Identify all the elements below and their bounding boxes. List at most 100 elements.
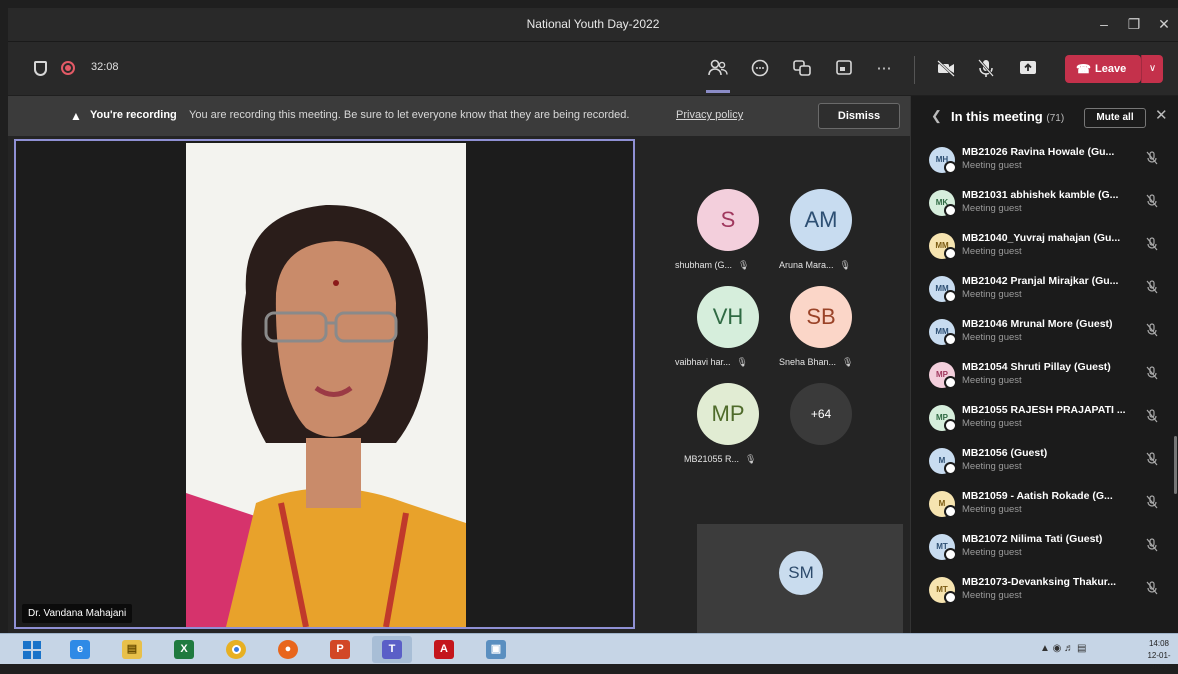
avatar-initials: AM bbox=[804, 207, 838, 232]
mic-off-icon: 🎙︎ bbox=[745, 454, 757, 464]
participant-row[interactable]: MM MB21040_Yuvraj mahajan (Gu... Meeting g… bbox=[929, 229, 1174, 269]
maximize-icon[interactable]: ❐ bbox=[1123, 14, 1145, 34]
chrome-icon[interactable] bbox=[216, 636, 256, 663]
acrobat-icon[interactable]: A bbox=[424, 636, 464, 663]
start-button[interactable] bbox=[12, 636, 52, 663]
mic-off-icon[interactable] bbox=[974, 57, 998, 81]
mic-off-icon[interactable] bbox=[1146, 323, 1158, 340]
participant-role: Meeting guest bbox=[962, 375, 1022, 386]
participant-name: MB21026 Ravina Howale (Gu... bbox=[962, 146, 1115, 158]
privacy-policy-link[interactable]: Privacy policy bbox=[676, 109, 743, 121]
participant-row[interactable]: MT MB21072 Nilima Tati (Guest) Meeting gue… bbox=[929, 530, 1174, 570]
avatar-initials: SB bbox=[806, 304, 836, 329]
share-tray-icon[interactable] bbox=[832, 57, 856, 81]
close-icon[interactable]: ✕ bbox=[1155, 106, 1168, 124]
window-title: National Youth Day-2022 bbox=[526, 17, 660, 31]
participant-role: Meeting guest bbox=[962, 332, 1022, 343]
participant-avatar[interactable]: MP bbox=[697, 383, 759, 445]
participant-name: vaibhavi har... bbox=[675, 357, 731, 367]
participant-row[interactable]: MT MB21073-Devanksing Thakur... Meeting gu… bbox=[929, 573, 1174, 613]
participant-avatar: M bbox=[929, 491, 957, 518]
participant-avatar: SM bbox=[779, 551, 823, 595]
close-icon[interactable]: ✕ bbox=[1153, 14, 1175, 34]
more-participants-button[interactable]: +64 bbox=[790, 383, 852, 445]
mic-off-icon[interactable] bbox=[1146, 452, 1158, 469]
firefox-icon[interactable]: ● bbox=[268, 636, 308, 663]
leave-options-chevron-icon[interactable]: ∨ bbox=[1141, 55, 1163, 83]
mic-off-icon[interactable] bbox=[1146, 581, 1158, 598]
participant-name: MB21073-Devanksing Thakur... bbox=[962, 576, 1117, 588]
mic-off-icon[interactable] bbox=[1146, 237, 1158, 254]
reactions-icon[interactable] bbox=[790, 57, 814, 81]
participant-name: MB21055 RAJESH PRAJAPATI ... bbox=[962, 404, 1126, 416]
avatar-initials: MP bbox=[711, 401, 745, 426]
back-chevron-icon[interactable]: ❮ bbox=[931, 108, 942, 124]
participant-name: MB21072 Nilima Tati (Guest) bbox=[962, 533, 1103, 545]
participant-label: vaibhavi har... 🎙︎ bbox=[675, 357, 748, 368]
participant-row[interactable]: MK MB21031 abhishek kamble (G... Meeting g… bbox=[929, 186, 1174, 226]
main-video-tile[interactable]: Dr. Vandana Mahajani bbox=[14, 139, 635, 629]
participant-name: MB21042 Pranjal Mirajkar (Gu... bbox=[962, 275, 1119, 287]
mic-off-icon[interactable] bbox=[1146, 538, 1158, 555]
participants-panel: ❮ In this meeting (71) Mute all ✕ MH MB21… bbox=[910, 96, 1178, 633]
participant-avatar[interactable]: AM bbox=[790, 189, 852, 251]
system-clock[interactable]: 14:08 12-01-2022 bbox=[1140, 638, 1178, 674]
mic-off-icon: 🎙︎ bbox=[839, 260, 851, 270]
clock-date: 12-01-2022 bbox=[1147, 651, 1171, 672]
recording-banner: ▲ You're recording You are recording thi… bbox=[8, 96, 910, 136]
panel-scrollbar[interactable] bbox=[1174, 436, 1177, 494]
chat-icon[interactable] bbox=[748, 57, 772, 81]
participant-row[interactable]: MP MB21055 RAJESH PRAJAPATI ... Meeting gu… bbox=[929, 401, 1174, 441]
banner-title: You're recording bbox=[90, 109, 177, 121]
more-icon[interactable]: ⋯ bbox=[872, 57, 896, 81]
mic-off-icon: 🎙︎ bbox=[842, 357, 854, 367]
participant-name: MB21054 Shruti Pillay (Guest) bbox=[962, 361, 1111, 373]
participant-row[interactable]: MM MB21042 Pranjal Mirajkar (Gu... Meeting… bbox=[929, 272, 1174, 312]
photos-icon[interactable]: ▣ bbox=[476, 636, 516, 663]
windows-taskbar: e ▤ X ● P T A ▣ ▲ ◉ ♬ ▤ 14:08 12-01-2022 bbox=[0, 633, 1178, 672]
participant-avatar: MT bbox=[929, 534, 957, 561]
excel-icon[interactable]: X bbox=[164, 636, 204, 663]
participant-role: Meeting guest bbox=[962, 461, 1022, 472]
participant-avatar: MK bbox=[929, 190, 957, 217]
leave-button[interactable]: ☎ Leave bbox=[1065, 55, 1141, 83]
participant-row[interactable]: MP MB21054 Shruti Pillay (Guest) Meeting g… bbox=[929, 358, 1174, 398]
participant-avatar: MP bbox=[929, 362, 957, 389]
participant-row[interactable]: M MB21059 - Aatish Rokade (G... Meeting gu… bbox=[929, 487, 1174, 527]
dismiss-button[interactable]: Dismiss bbox=[818, 103, 900, 129]
ie-icon[interactable]: e bbox=[60, 636, 100, 663]
mic-off-icon[interactable] bbox=[1146, 151, 1158, 168]
participant-label: MB21055 R... 🎙︎ bbox=[684, 454, 756, 465]
participant-avatar[interactable]: SB bbox=[790, 286, 852, 348]
participant-role: Meeting guest bbox=[962, 547, 1022, 558]
participant-row[interactable]: MM MB21046 Mrunal More (Guest) Meeting gue… bbox=[929, 315, 1174, 355]
people-icon[interactable] bbox=[706, 57, 730, 81]
participant-avatar: MP bbox=[929, 405, 957, 432]
avatar-initials: VH bbox=[712, 304, 744, 329]
mute-all-button[interactable]: Mute all bbox=[1084, 108, 1146, 128]
participant-name: MB21031 abhishek kamble (G... bbox=[962, 189, 1119, 201]
mic-off-icon[interactable] bbox=[1146, 495, 1158, 512]
participant-avatar[interactable]: VH bbox=[697, 286, 759, 348]
panel-header: ❮ In this meeting (71) Mute all ✕ bbox=[911, 96, 1178, 136]
participant-name: Sneha Bhan... bbox=[779, 357, 837, 367]
share-icon[interactable] bbox=[1016, 57, 1040, 81]
participant-avatar[interactable]: S bbox=[697, 189, 759, 251]
participant-role: Meeting guest bbox=[962, 203, 1022, 214]
minimize-icon[interactable]: – bbox=[1093, 14, 1115, 34]
camera-off-icon[interactable] bbox=[934, 57, 958, 81]
leave-label: Leave bbox=[1095, 63, 1127, 75]
mic-off-icon[interactable] bbox=[1146, 280, 1158, 297]
explorer-icon[interactable]: ▤ bbox=[112, 636, 152, 663]
participant-name: MB21056 (Guest) bbox=[962, 447, 1048, 459]
teams-icon[interactable]: T bbox=[372, 636, 412, 663]
participant-row[interactable]: M MB21056 (Guest) Meeting guest bbox=[929, 444, 1174, 484]
mic-off-icon[interactable] bbox=[1146, 366, 1158, 383]
powerpoint-icon[interactable]: P bbox=[320, 636, 360, 663]
meeting-timer: 32:08 bbox=[91, 61, 119, 73]
participant-video-tile[interactable]: SM bbox=[697, 524, 903, 633]
mic-off-icon[interactable] bbox=[1146, 409, 1158, 426]
mic-off-icon[interactable] bbox=[1146, 194, 1158, 211]
participant-row[interactable]: MH MB21026 Ravina Howale (Gu... Meeting gu… bbox=[929, 143, 1174, 183]
participant-role: Meeting guest bbox=[962, 246, 1022, 257]
